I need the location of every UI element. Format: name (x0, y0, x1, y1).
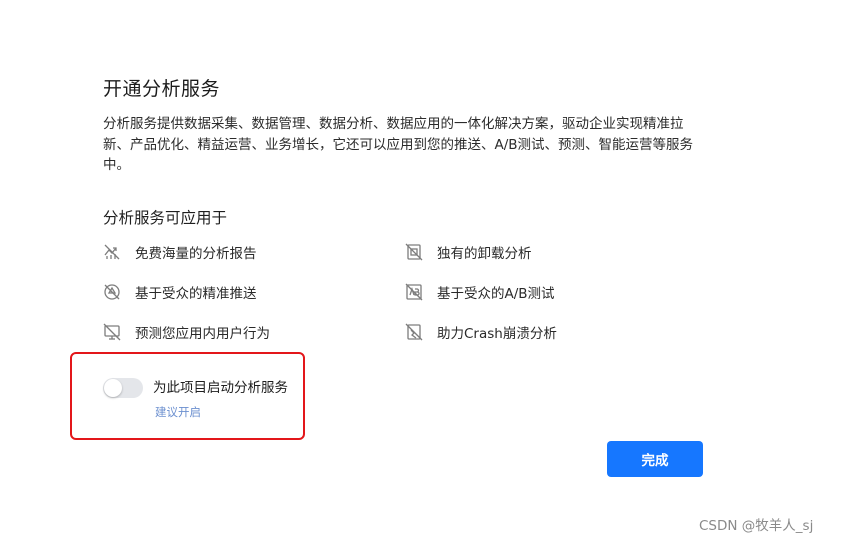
feature-label: 独有的卸载分析 (437, 246, 532, 262)
service-description: 分析服务提供数据采集、数据管理、数据分析、数据应用的一体化解决方案，驱动企业实现… (103, 116, 694, 173)
done-button[interactable]: 完成 (607, 441, 703, 477)
uninstall-analysis-icon (405, 243, 423, 261)
toggle-hint-link[interactable]: 建议开启 (155, 404, 201, 420)
feature-label: 基于受众的A/B测试 (437, 286, 555, 302)
page-title: 开通分析服务 (103, 78, 221, 100)
analytics-service-toggle[interactable] (103, 378, 143, 398)
feature-item: 预测您应用内用户行为 (103, 321, 270, 343)
feature-label: 预测您应用内用户行为 (135, 326, 270, 342)
toggle-label: 为此项目启动分析服务 (153, 380, 288, 396)
watermark-text: CSDN @牧羊人_sj (699, 518, 814, 534)
targeted-push-icon (103, 283, 121, 301)
feature-item: 基于受众的精准推送 (103, 281, 257, 303)
feature-item: 助力Crash崩溃分析 (405, 321, 557, 343)
analytics-report-icon (103, 243, 121, 261)
crash-analysis-icon (405, 323, 423, 341)
feature-label: 助力Crash崩溃分析 (437, 326, 557, 342)
features-title: 分析服务可应用于 (103, 209, 228, 227)
toggle-knob (104, 379, 122, 397)
feature-item: 基于受众的A/B测试 (405, 281, 555, 303)
prediction-icon (103, 323, 121, 341)
feature-label: 基于受众的精准推送 (135, 286, 257, 302)
feature-item: 免费海量的分析报告 (103, 241, 257, 263)
feature-item: 独有的卸载分析 (405, 241, 532, 263)
feature-label: 免费海量的分析报告 (135, 246, 257, 262)
ab-test-icon (405, 283, 423, 301)
